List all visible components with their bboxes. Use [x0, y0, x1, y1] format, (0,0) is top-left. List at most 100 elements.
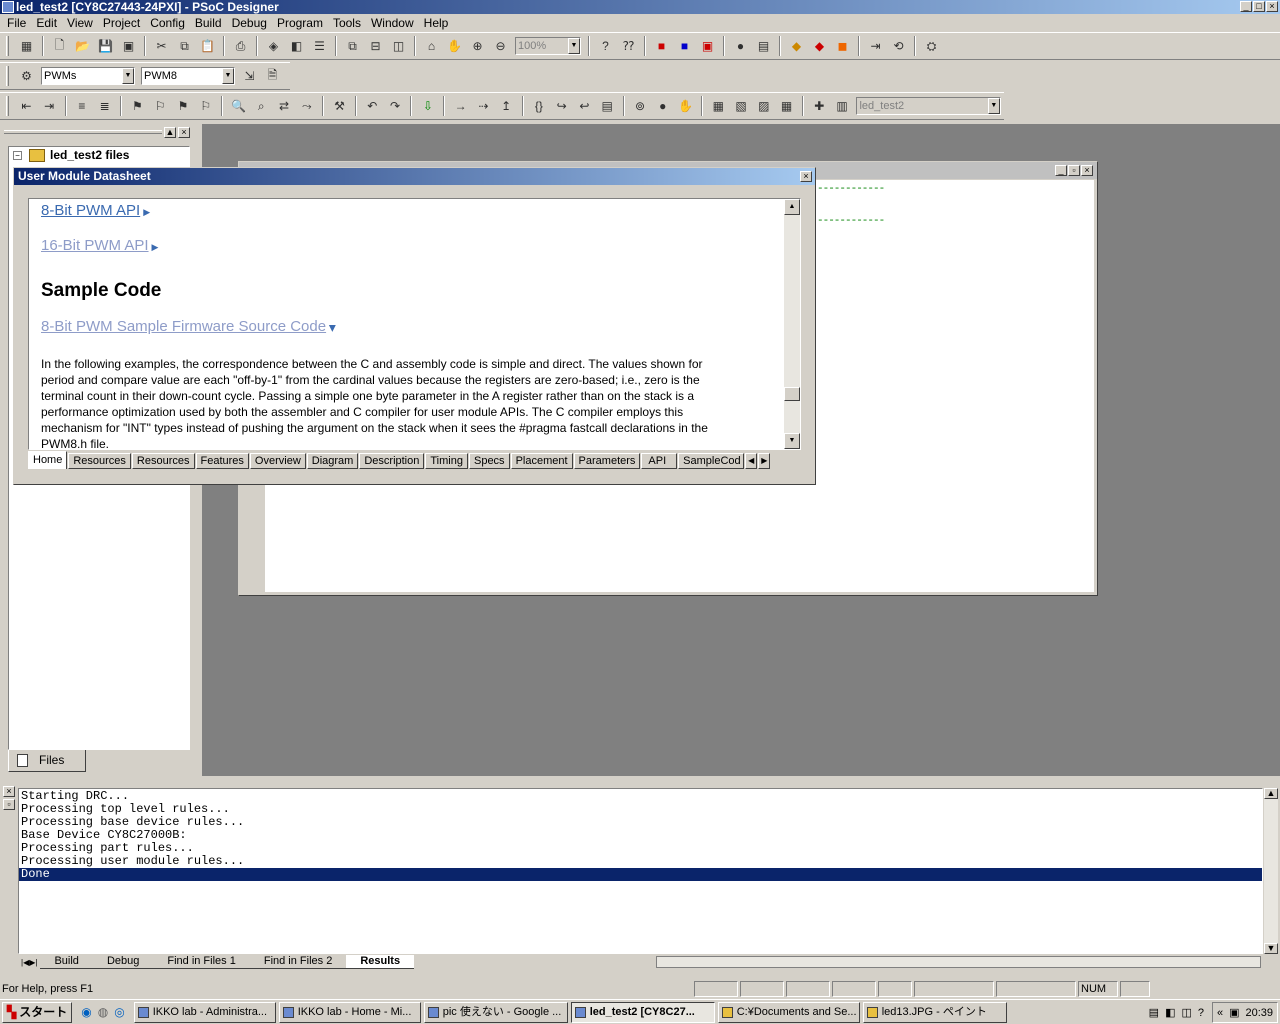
ime-mode-icon[interactable]: ◧ — [1165, 1006, 1175, 1019]
menu-view[interactable]: View — [62, 16, 98, 30]
output-scrollbar[interactable]: ▲ ▼ — [1264, 788, 1278, 954]
find-files-icon[interactable]: ⌕ — [251, 96, 271, 116]
minimize-button[interactable]: _ — [1240, 1, 1252, 12]
next-bookmark-icon[interactable]: ⚐ — [150, 96, 170, 116]
braces-icon[interactable]: {} — [529, 96, 549, 116]
tab-resources[interactable]: Resources — [68, 453, 131, 469]
tab-timing[interactable]: Timing — [425, 453, 468, 469]
module-multi-icon[interactable]: ◼ — [833, 36, 853, 56]
zoom-combo[interactable]: 100% ▼ — [515, 37, 581, 55]
files-icon[interactable]: ◧ — [287, 36, 307, 56]
build-icon[interactable]: ⚒ — [330, 96, 350, 116]
chip-blue-icon[interactable]: ■ — [675, 36, 695, 56]
tab-nav-icon[interactable]: |◀▶| — [18, 958, 40, 967]
toolbar-grip[interactable] — [6, 36, 9, 56]
zoom-out-icon[interactable]: ⊖ — [491, 36, 511, 56]
module-yellow-icon[interactable]: ◆ — [787, 36, 807, 56]
save-icon[interactable]: 💾 — [96, 36, 116, 56]
print-icon[interactable]: ⎙ — [231, 36, 251, 56]
clock[interactable]: 20:39 — [1245, 1007, 1273, 1019]
download-icon[interactable]: ⇩ — [418, 96, 438, 116]
context-help-icon[interactable]: ⁇ — [619, 36, 639, 56]
ime-icon[interactable]: ▤ — [1149, 1006, 1159, 1019]
taskbar-item-paint[interactable]: led13.JPG - ペイント — [862, 1001, 1007, 1023]
route-icon[interactable]: ⟲ — [889, 36, 909, 56]
collapse-arrow-icon[interactable]: ▶ — [327, 325, 338, 332]
open-folder-icon[interactable]: 📂 — [73, 36, 93, 56]
tab-specs[interactable]: Specs — [468, 453, 510, 469]
step-asm-icon[interactable]: ↩ — [575, 96, 595, 116]
output-text[interactable]: Starting DRC... Processing top level rul… — [18, 788, 1263, 954]
menu-debug[interactable]: Debug — [227, 16, 272, 30]
taskbar-item-explorer[interactable]: C:¥Documents and Se... — [717, 1001, 860, 1023]
files-tab[interactable]: Files — [8, 750, 86, 772]
ie-icon[interactable]: ◉ — [78, 1005, 94, 1019]
list-icon[interactable]: ☰ — [310, 36, 330, 56]
menu-edit[interactable]: Edit — [31, 16, 62, 30]
link-16bit-api[interactable]: 16-Bit PWM API — [41, 237, 149, 254]
circle-icon[interactable]: ● — [731, 36, 751, 56]
bookmark-icon[interactable]: ⚑ — [128, 96, 148, 116]
tab-debug[interactable]: Debug — [92, 955, 154, 969]
language-bar[interactable]: ▤ ◧ ◫? — [1145, 1002, 1208, 1023]
tab-samplecode[interactable]: SampleCod — [678, 453, 745, 469]
close-button[interactable]: × — [1266, 1, 1278, 12]
pane-expand-icon[interactable]: ▲ — [164, 127, 176, 138]
pane-close-icon[interactable]: × — [178, 127, 190, 138]
link-sample-code[interactable]: 8-Bit PWM Sample Firmware Source Code — [41, 318, 326, 335]
list-lines-icon[interactable]: ≡ — [72, 96, 92, 116]
chip-icon[interactable]: ▤ — [754, 36, 774, 56]
prev-bookmark-icon[interactable]: ⚑ — [173, 96, 193, 116]
tray-expand-icon[interactable]: « — [1217, 1007, 1223, 1019]
breakpoint-icon[interactable]: ● — [653, 96, 673, 116]
cascade-icon[interactable]: ⧉ — [343, 36, 363, 56]
tab-parameters[interactable]: Parameters — [573, 453, 641, 469]
hand-icon[interactable]: ✋ — [445, 36, 465, 56]
indent-icon[interactable]: ⇤ — [16, 96, 36, 116]
tab-description[interactable]: Description — [359, 453, 425, 469]
link-8bit-api[interactable]: 8-Bit PWM API — [41, 202, 140, 219]
replace-icon[interactable]: ⇄ — [274, 96, 294, 116]
expand-arrow-icon[interactable]: ▶ — [143, 207, 150, 218]
tab-placement[interactable]: Placement — [510, 453, 573, 469]
scroll-up-icon[interactable]: ▲ — [1264, 788, 1278, 799]
scroll-thumb[interactable] — [784, 387, 800, 401]
undo-icon[interactable]: ↶ — [362, 96, 382, 116]
desktop-icon[interactable]: ◎ — [111, 1005, 127, 1019]
step-out-icon[interactable]: ↥ — [496, 96, 516, 116]
table-icon[interactable]: ▦ — [777, 96, 797, 116]
ime-settings-icon[interactable]: ◫ — [1181, 1006, 1191, 1019]
place-module-icon[interactable]: ⇲ — [240, 66, 260, 86]
trace-icon[interactable]: ▨ — [754, 96, 774, 116]
maximize-button[interactable]: □ — [1253, 1, 1265, 12]
scroll-up-icon[interactable]: ▲ — [784, 199, 800, 215]
menu-help[interactable]: Help — [419, 16, 454, 30]
scroll-down-icon[interactable]: ▼ — [1264, 943, 1278, 954]
module-red-icon[interactable]: ◆ — [810, 36, 830, 56]
taskbar-item-ikko-home[interactable]: IKKO lab - Home - Mi... — [278, 1001, 421, 1023]
tab-home[interactable]: Home — [28, 451, 68, 469]
help-icon[interactable]: ? — [1198, 1007, 1204, 1019]
tree-root-label[interactable]: led_test2 files — [50, 148, 129, 162]
memory-icon[interactable]: ▦ — [708, 96, 728, 116]
datasheet-icon[interactable]: 🗎 — [263, 66, 283, 86]
registers-icon[interactable]: ▤ — [597, 96, 617, 116]
category-combo[interactable]: PWMs ▼ — [41, 67, 135, 85]
tab-api[interactable]: API — [641, 453, 678, 469]
zoom-in-icon[interactable]: ⊕ — [468, 36, 488, 56]
taskbar-item-psoc[interactable]: led_test2 [CY8C27... — [570, 1001, 715, 1023]
tab-scroll-left-icon[interactable]: ◀ — [745, 453, 758, 469]
taskbar-item-google[interactable]: pic 使えない - Google ... — [423, 1001, 568, 1023]
grid-icon[interactable]: ▦ — [17, 36, 37, 56]
output-close-icon[interactable]: × — [3, 786, 15, 797]
tab-overview[interactable]: Overview — [249, 453, 306, 469]
go-icon[interactable]: → — [451, 96, 471, 116]
comment-icon[interactable]: ≣ — [95, 96, 115, 116]
tile-vertical-icon[interactable]: ◫ — [389, 36, 409, 56]
tab-diagram[interactable]: Diagram — [306, 453, 359, 469]
datasheet-close-button[interactable]: × — [800, 171, 812, 182]
step-over-icon[interactable]: ↪ — [552, 96, 572, 116]
tab-build[interactable]: Build — [40, 955, 93, 969]
paste-icon[interactable]: 📋 — [198, 36, 218, 56]
tile-horizontal-icon[interactable]: ⊟ — [366, 36, 386, 56]
